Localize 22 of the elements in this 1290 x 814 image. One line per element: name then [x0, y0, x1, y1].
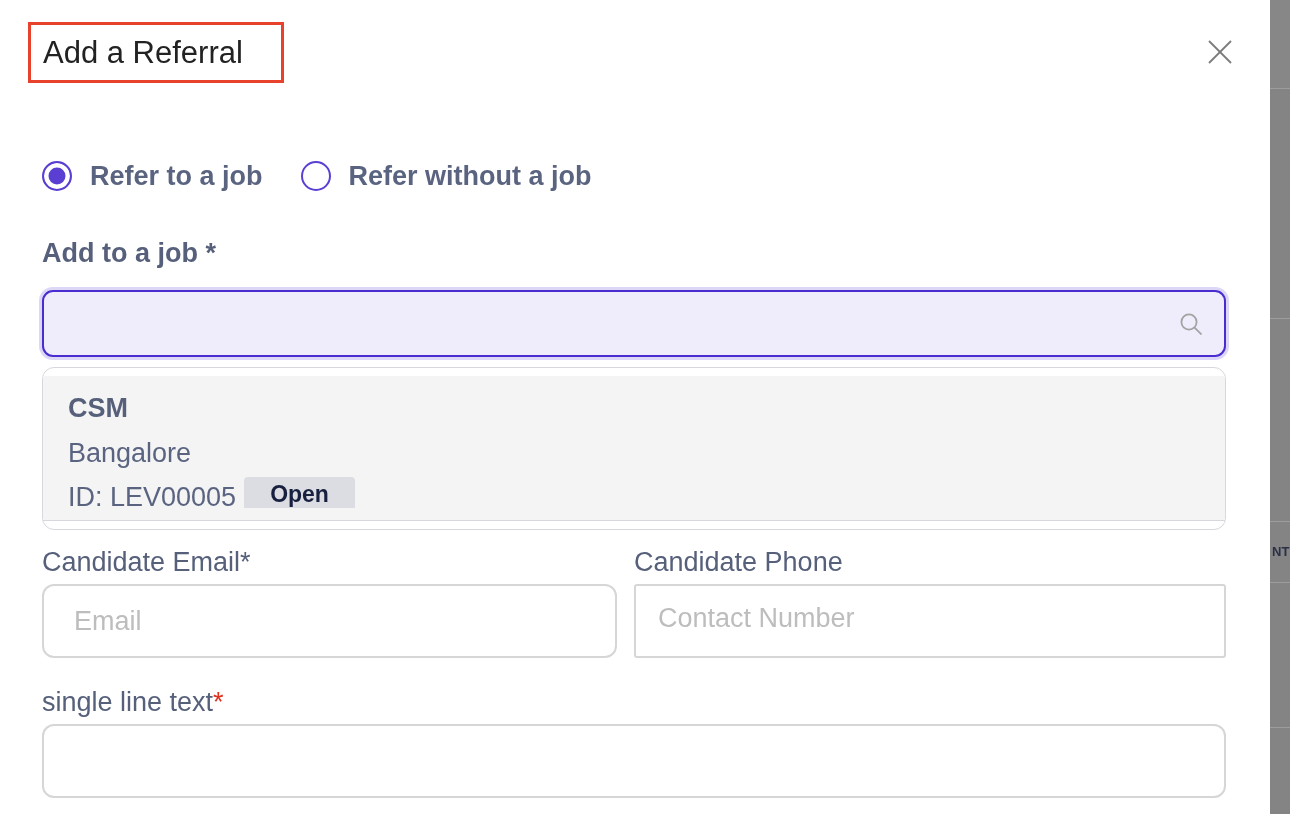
- field-label: Candidate Email*: [42, 546, 251, 578]
- close-button[interactable]: [1208, 40, 1232, 64]
- search-field[interactable]: [42, 290, 1226, 357]
- radio-button[interactable]: [300, 161, 331, 191]
- job-option[interactable]: CSM Bangalore ID: LEV00005 Open: [43, 376, 1225, 521]
- email-field[interactable]: Email: [42, 584, 617, 658]
- close-icon: [1208, 40, 1232, 64]
- job-title: CSM: [68, 392, 128, 424]
- dialog-title: Add a Referral: [28, 22, 284, 83]
- job-location: Bangalore: [68, 437, 192, 469]
- job-id: ID: LEV00005: [68, 481, 237, 513]
- search-icon: [1180, 312, 1202, 335]
- field-label: Candidate Phone: [634, 546, 843, 578]
- field-label: Add to a job *: [42, 237, 216, 269]
- radio-button[interactable]: [42, 161, 72, 191]
- phone-field[interactable]: Contact Number: [634, 584, 1226, 658]
- radio-label[interactable]: Refer to a job: [90, 160, 263, 192]
- radio-label[interactable]: Refer without a job: [348, 160, 592, 192]
- column-heading: NT: [1271, 544, 1290, 560]
- text-field[interactable]: [42, 724, 1226, 798]
- field-label: single line text*: [42, 686, 224, 718]
- status-badge: Open: [244, 477, 355, 508]
